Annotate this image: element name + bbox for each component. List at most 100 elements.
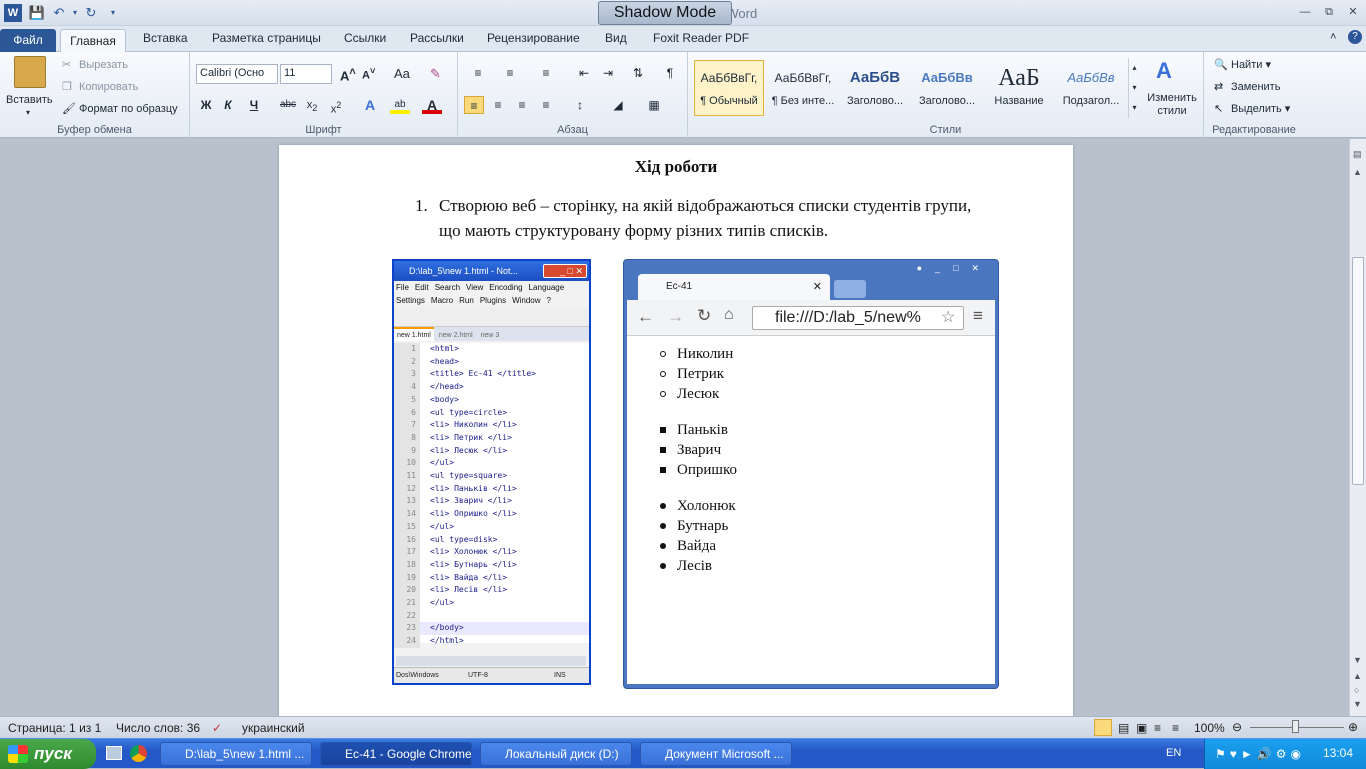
shadow-mode-button[interactable]: Shadow Mode — [598, 1, 732, 25]
language-indicator[interactable]: украинский — [242, 721, 305, 735]
tab-review[interactable]: Рецензирование — [487, 31, 580, 45]
restore-icon[interactable]: ⧉ — [1322, 6, 1336, 18]
style-no-spacing[interactable]: АаБбВвГг, ¶ Без инте... — [768, 60, 838, 116]
sort-icon[interactable]: ⇅ — [628, 64, 648, 82]
task-chrome[interactable]: Ec-41 - Google Chrome — [320, 742, 472, 766]
format-painter-button[interactable]: 🖌 Формат по образцу — [62, 102, 178, 116]
show-desktop-icon[interactable] — [106, 746, 122, 760]
proofing-icon[interactable]: ✓ — [212, 721, 222, 735]
decrease-indent-icon[interactable]: ⇤ — [574, 64, 594, 82]
bullets-icon[interactable]: ≡ — [468, 64, 488, 82]
word-count[interactable]: Число слов: 36 — [116, 721, 200, 735]
clear-formatting-icon[interactable]: ✎ — [430, 66, 441, 82]
line-spacing-icon[interactable]: ↕ — [570, 96, 590, 114]
shading-icon[interactable]: ◢ — [608, 96, 628, 114]
zoom-slider-thumb[interactable] — [1292, 720, 1299, 733]
document-page[interactable]: Хід роботи 1. Створюю веб – сторінку, на… — [279, 145, 1073, 716]
full-screen-icon[interactable]: ▤ — [1118, 721, 1129, 735]
style-normal[interactable]: АаБбВвГг, ¶ Обычный — [694, 60, 764, 116]
align-left-icon[interactable]: ≡ — [464, 96, 484, 114]
cut-button[interactable]: ✂ Вырезать — [62, 58, 128, 72]
copy-icon: ❐ — [62, 81, 72, 93]
tab-view[interactable]: Вид — [605, 31, 627, 45]
ruler-toggle-icon[interactable]: ▤ — [1353, 149, 1362, 160]
zoom-level[interactable]: 100% — [1194, 721, 1225, 735]
font-name-select[interactable]: Calibri (Осно — [196, 64, 278, 84]
tab-file[interactable]: Файл — [0, 29, 56, 52]
shrink-font-icon[interactable]: A˅ — [362, 66, 375, 82]
tab-page-layout[interactable]: Разметка страницы — [212, 31, 321, 45]
font-size-select[interactable]: 11 — [280, 64, 332, 84]
close-icon[interactable]: ✕ — [1346, 6, 1360, 18]
align-right-icon[interactable]: ≡ — [512, 96, 532, 114]
minimize-icon[interactable]: — — [1298, 6, 1312, 18]
multilevel-list-icon[interactable]: ≡ — [536, 64, 556, 82]
browse-object-icon[interactable]: ○ — [1354, 685, 1359, 695]
line-number: 3 — [394, 368, 420, 382]
tab-foxit[interactable]: Foxit Reader PDF — [653, 31, 749, 45]
scroll-down-icon[interactable]: ▼ — [1353, 655, 1362, 665]
subscript-icon[interactable]: x2 — [302, 96, 322, 114]
tab-home[interactable]: Главная — [60, 29, 126, 53]
italic-icon[interactable]: К — [218, 96, 238, 114]
scroll-thumb[interactable] — [1352, 257, 1364, 485]
select-button[interactable]: ↖ Выделить ▾ — [1214, 102, 1290, 116]
task-word[interactable]: Документ Microsoft ... — [640, 742, 792, 766]
numbering-icon[interactable]: ≡ — [500, 64, 520, 82]
task-notepad[interactable]: D:\lab_5\new 1.html ... — [160, 742, 312, 766]
find-button[interactable]: 🔍 Найти ▾ — [1214, 58, 1271, 72]
start-button[interactable]: пуск — [0, 739, 96, 769]
style-subtitle[interactable]: АаБбВв Подзагол... — [1056, 60, 1126, 116]
style-heading-1[interactable]: АаБбВ Заголово... — [840, 60, 910, 116]
draft-icon[interactable]: ≡ — [1172, 721, 1179, 735]
page-count[interactable]: Страница: 1 из 1 — [8, 721, 101, 735]
bold-icon[interactable]: Ж — [196, 96, 216, 114]
task-explorer[interactable]: Локальный диск (D:) — [480, 742, 632, 766]
zoom-in-icon[interactable]: ⊕ — [1348, 720, 1358, 734]
zoom-out-icon[interactable]: ⊖ — [1232, 720, 1242, 734]
change-case-button[interactable]: Aa — [394, 66, 410, 81]
grow-font-icon[interactable]: A˄ — [340, 66, 356, 83]
paste-button[interactable]: Вставить — [6, 94, 53, 106]
help-icon[interactable]: ? — [1348, 30, 1362, 44]
input-language[interactable]: EN — [1166, 747, 1181, 759]
tray-icons[interactable]: ⚑♥►🔊⚙◉ — [1215, 747, 1305, 761]
show-marks-icon[interactable]: ¶ — [660, 64, 680, 82]
vertical-scrollbar[interactable]: ▤ ▲ ▼ ▲ ○ ▼ — [1349, 139, 1366, 716]
justify-icon[interactable]: ≡ — [536, 96, 556, 114]
prev-page-icon[interactable]: ▲ — [1353, 671, 1362, 681]
web-layout-icon[interactable]: ▣ — [1136, 721, 1147, 735]
replace-button[interactable]: ⇄ Заменить — [1214, 80, 1280, 94]
font-color-icon[interactable]: A — [422, 96, 442, 114]
change-styles-icon[interactable]: A — [1156, 58, 1172, 84]
style-heading-2[interactable]: АаБбВв Заголово... — [912, 60, 982, 116]
superscript-icon[interactable]: x2 — [326, 96, 346, 116]
tab-mailings[interactable]: Рассылки — [410, 31, 464, 45]
style-title[interactable]: АаБ Название — [984, 60, 1054, 116]
npp-menu-item: Encoding — [489, 283, 523, 292]
outline-icon[interactable]: ≡ — [1154, 721, 1161, 735]
scroll-up-icon[interactable]: ▲ — [1353, 167, 1362, 177]
strikethrough-icon[interactable]: abc — [278, 96, 298, 114]
next-page-icon[interactable]: ▼ — [1353, 699, 1362, 709]
tab-insert[interactable]: Вставка — [143, 31, 188, 45]
minimize-ribbon-icon[interactable]: ˄ — [1330, 31, 1336, 43]
chrome-quicklaunch-icon[interactable] — [130, 745, 147, 762]
increase-indent-icon[interactable]: ⇥ — [598, 64, 618, 82]
styles-scroll-icon[interactable]: ▴ ▾ ▾ — [1128, 58, 1140, 118]
tab-references[interactable]: Ссылки — [344, 31, 386, 45]
align-center-icon[interactable]: ≡ — [488, 96, 508, 114]
print-layout-icon[interactable] — [1094, 719, 1112, 736]
paste-dropdown-icon[interactable]: ▾ — [26, 108, 30, 117]
underline-icon[interactable]: Ч — [244, 96, 264, 114]
npp-menu-item: Run — [459, 296, 474, 305]
copy-button[interactable]: ❐ Копировать — [62, 80, 138, 94]
text-effects-icon[interactable]: A — [360, 96, 380, 114]
chrome-tab: Ec-41 ✕ — [638, 274, 830, 300]
paste-icon[interactable] — [14, 56, 46, 88]
styles-group: АаБбВвГг, ¶ Обычный АаБбВвГг, ¶ Без инте..… — [688, 52, 1204, 138]
highlight-icon[interactable]: ab — [390, 96, 410, 114]
change-styles-button[interactable]: Изменить стили — [1146, 92, 1198, 118]
borders-icon[interactable]: ▦ — [644, 96, 664, 114]
line-number: 9 — [394, 444, 420, 458]
